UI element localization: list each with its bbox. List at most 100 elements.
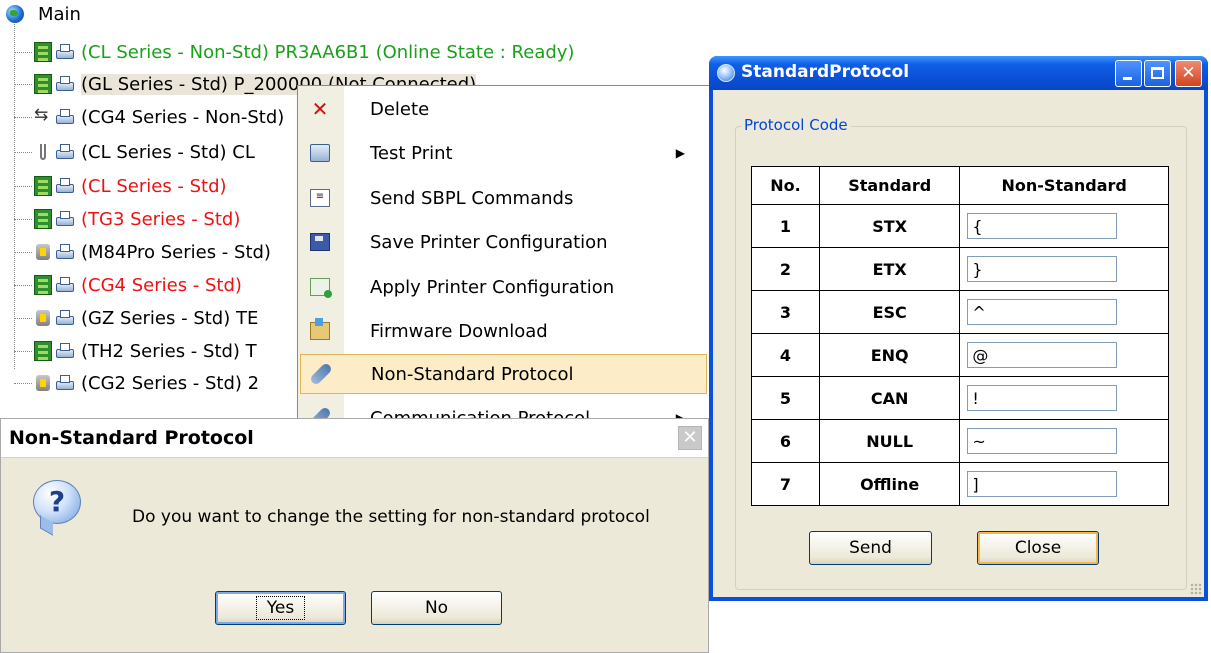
tree-item[interactable]: (CG4 Series - Std) [14,273,242,297]
tree-item[interactable]: (CL Series - Std) CL [14,140,255,164]
printer-icon [55,143,75,161]
minimize-icon[interactable] [1115,60,1142,87]
menu-item-communication-protocol[interactable]: Communication Protocol ▶ [300,398,707,419]
delete-icon: ✕ [311,97,329,121]
row-number: 2 [751,247,820,291]
tree-item-label: (CL Series - Std) CL [81,141,255,163]
tree-item[interactable]: (GZ Series - Std) TE [14,306,258,330]
tree-item[interactable]: (M84Pro Series - Std) [14,240,271,264]
no-button[interactable]: No [371,591,502,625]
menu-item-firmware-download[interactable]: Firmware Download [300,311,707,351]
menu-item-delete[interactable]: ✕ Delete [300,89,707,129]
save-icon [300,222,340,262]
row-number: 1 [751,204,820,248]
menu-item-label: Apply Printer Configuration [370,276,615,298]
tree-root[interactable]: Main [6,2,81,26]
table-row: 1 STX [751,204,1169,248]
standard-protocol-window: StandardProtocol Protocol Code No. Stand… [709,56,1208,601]
confirm-dialog: Non-Standard Protocol ✕ ? Do you want to… [0,418,709,653]
board-connection-icon [34,176,52,196]
resize-grip-icon[interactable] [1190,583,1202,595]
printer-icon [55,276,75,294]
window-body: Protocol Code No. Standard Non-Standard … [713,90,1204,597]
table-row: 3 ESC [751,290,1169,334]
close-button[interactable]: Close [977,531,1099,565]
standard-code: CAN [818,376,961,420]
printer-icon [55,75,75,93]
menu-item-non-standard-protocol[interactable]: Non-Standard Protocol [300,354,707,394]
tree-item-label: (CL Series - Non-Std) PR3AA6B1 (Online S… [81,41,575,63]
usb-connection-icon [34,105,52,127]
non-standard-input-etx[interactable] [967,256,1118,282]
menu-item-send-sbpl[interactable]: ≡ Send SBPL Commands [300,178,707,218]
tree-item-label: (CG4 Series - Non-Std) [81,106,285,128]
maximize-icon[interactable] [1144,60,1171,87]
tree-item-label: (GZ Series - Std) TE [81,307,259,329]
menu-item-save-config[interactable]: Save Printer Configuration [300,222,707,262]
dialog-titlebar[interactable]: Non-Standard Protocol ✕ [1,419,708,458]
row-number: 6 [751,419,820,463]
printer-icon [55,108,75,126]
menu-item-label: Send SBPL Commands [370,187,574,209]
tree-item[interactable]: (CG4 Series - Non-Std) [14,105,284,129]
board-connection-icon [34,74,52,94]
standard-code: NULL [818,419,961,463]
board-connection-icon [34,275,52,295]
send-button[interactable]: Send [809,531,932,565]
firmware-icon [300,311,340,351]
apply-config-icon [300,267,340,307]
table-row: 7 Offline [751,462,1169,506]
tree-item-label: (CG2 Series - Std) 2 [81,372,260,394]
standard-code: ESC [818,290,961,334]
menu-item-test-print[interactable]: Test Print ▶ [300,133,707,173]
row-number: 7 [751,462,820,506]
sbpl-icon: ≡ [300,178,340,218]
close-icon[interactable]: ✕ [678,426,702,450]
tree-item[interactable]: (CG2 Series - Std) 2 [14,371,259,395]
non-standard-input-stx[interactable] [967,213,1118,239]
table-header-row: No. Standard Non-Standard [751,166,1169,205]
non-standard-input-offline[interactable] [967,471,1118,497]
menu-item-label: Save Printer Configuration [370,231,608,253]
close-icon[interactable] [1175,60,1202,87]
no-button-label: No [424,598,449,618]
serial-connection-icon [34,242,52,262]
tree-item[interactable]: (TH2 Series - Std) T [14,339,257,363]
row-number: 5 [751,376,820,420]
plug-icon [300,398,340,419]
menu-item-label: Non-Standard Protocol [371,363,574,385]
yes-button[interactable]: Yes [215,591,346,625]
question-icon: ? [33,480,81,524]
tree-item[interactable]: (CL Series - Non-Std) PR3AA6B1 (Online S… [14,40,574,64]
printer-icon [55,342,75,360]
tree-item-label: (M84Pro Series - Std) [81,241,271,263]
tree-item[interactable]: (TG3 Series - Std) [14,207,240,231]
non-standard-input-enq[interactable] [967,342,1118,368]
submenu-arrow-icon: ▶ [675,146,685,160]
serial-connection-icon [34,373,52,393]
standard-code: ENQ [818,333,961,377]
board-connection-icon [34,42,52,62]
menu-item-apply-config[interactable]: Apply Printer Configuration [300,267,707,307]
printer-icon [55,374,75,392]
row-number: 4 [751,333,820,377]
non-standard-input-can[interactable] [967,385,1118,411]
printer-icon [55,43,75,61]
tree-item-label: (CL Series - Std) [81,175,227,197]
non-standard-input-esc[interactable] [967,299,1118,325]
tree-item[interactable]: (CL Series - Std) [14,174,227,198]
row-number: 3 [751,290,820,334]
tree-item-label: (TG3 Series - Std) [81,208,241,230]
table-row: 5 CAN [751,376,1169,420]
header-no: No. [751,166,820,205]
dialog-title: Non-Standard Protocol [9,427,254,449]
window-title: StandardProtocol [741,62,910,82]
lan-connection-icon [34,142,52,162]
menu-item-label: Delete [370,98,430,120]
non-standard-input-null[interactable] [967,428,1118,454]
window-titlebar[interactable]: StandardProtocol [709,56,1208,90]
printer-icon [55,177,75,195]
dialog-message: Do you want to change the setting for no… [132,507,650,527]
table-row: 4 ENQ [751,333,1169,377]
tree-root-label: Main [38,3,81,25]
